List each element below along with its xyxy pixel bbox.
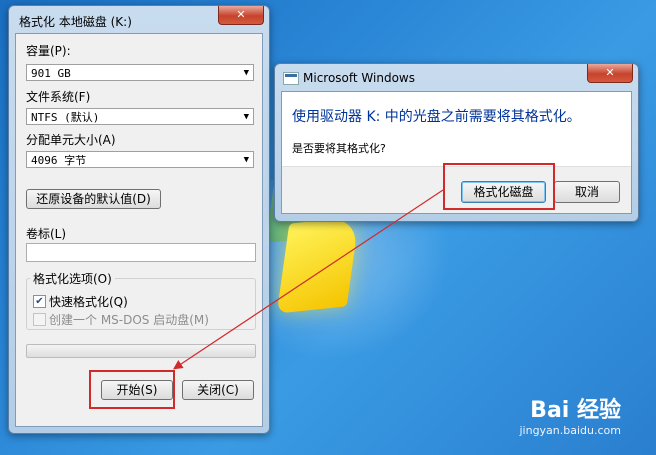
watermark-brand: Bai 经验 [530,398,621,423]
watermark-url: jingyan.baidu.com [519,424,621,437]
annotation-arrow [173,189,444,370]
baidu-jingyan-watermark: Bai 经验 jingyan.baidu.com [519,392,621,437]
